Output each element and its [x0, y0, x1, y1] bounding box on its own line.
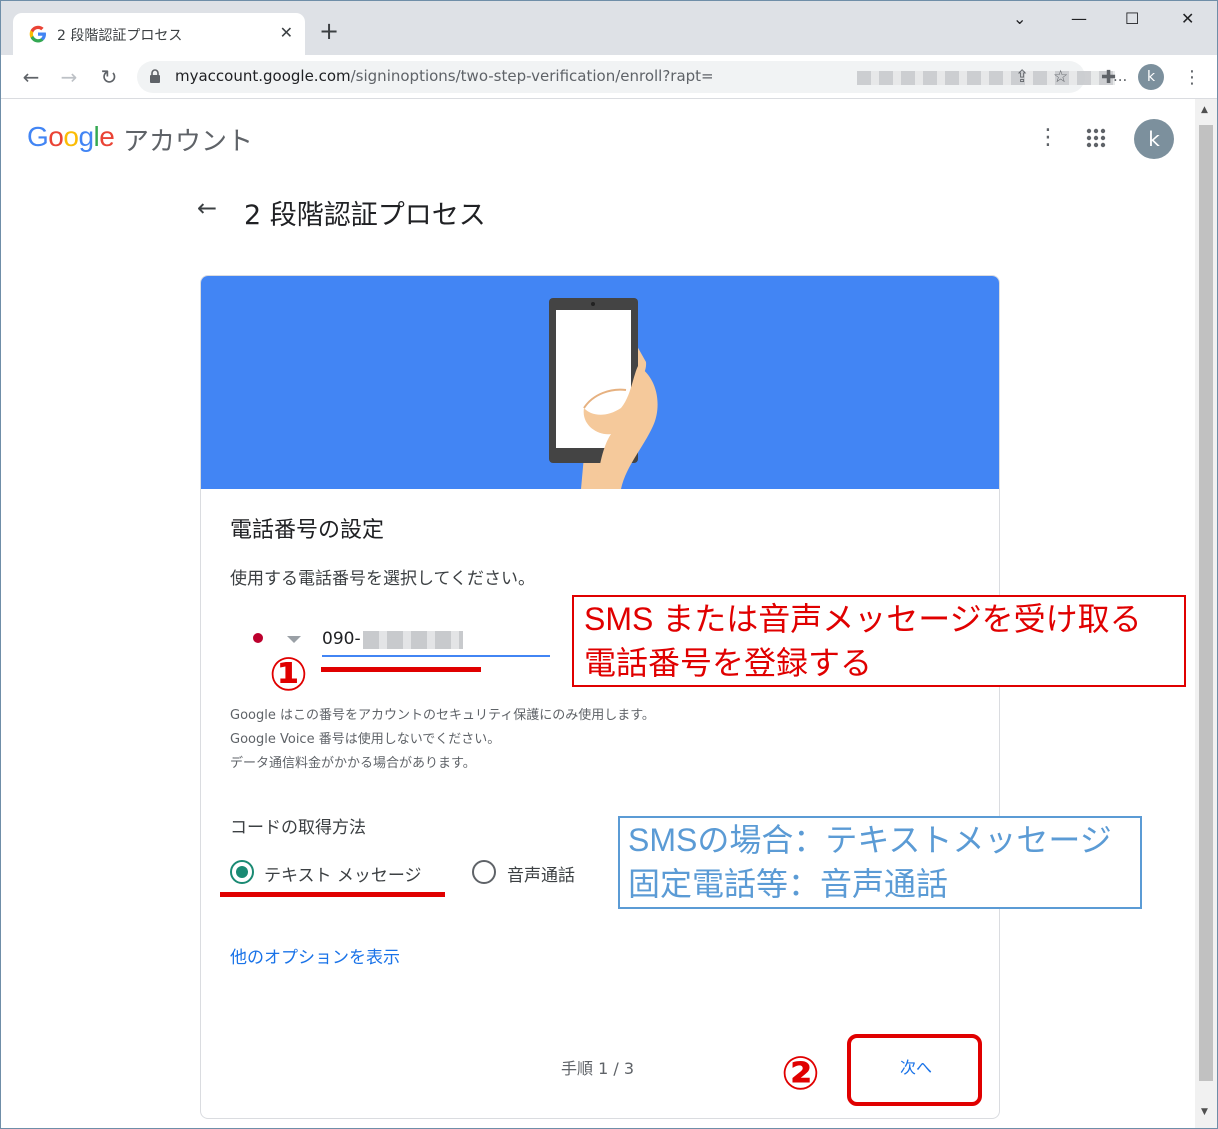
extensions-icon[interactable]: ✚: [1101, 67, 1116, 88]
browser-tab[interactable]: 2 段階認証プロセス ✕: [13, 13, 305, 55]
logo-letter: e: [99, 121, 115, 152]
card-heading: 電話番号の設定: [230, 518, 385, 543]
url-host: myaccount.google.com: [175, 67, 351, 85]
tab-close-icon[interactable]: ✕: [280, 23, 293, 42]
browser-window: 2 段階認証プロセス ✕ + ⌄ — ☐ ✕ ← → ↻ myaccount.g…: [0, 0, 1218, 1129]
page-content: Google アカウント ⋮ k ← 2 段階認証プロセス 電話番号の設定 使用…: [1, 99, 1195, 1128]
browser-menu-icon[interactable]: ⋮: [1183, 67, 1201, 88]
forward-icon[interactable]: →: [55, 63, 83, 91]
scrollbar-thumb[interactable]: [1199, 125, 1213, 1081]
browser-toolbar: ← → ↻ myaccount.google.com/signinoptions…: [1, 55, 1217, 99]
annotation-marker-1: ①: [269, 647, 308, 701]
scroll-up-icon[interactable]: ▲: [1201, 105, 1208, 115]
help-line: Google はこの番号をアカウントのセキュリティ保護にのみ使用します。: [230, 708, 655, 723]
scrollbar[interactable]: ▲ ▼: [1195, 99, 1217, 1128]
url-path: /signinoptions/two-step-verification/enr…: [350, 67, 714, 85]
phone-number-prefix: 090-: [322, 629, 361, 649]
radio-voice-call[interactable]: [472, 860, 496, 884]
annotation-underline-text-message: [220, 892, 445, 897]
method-label: コードの取得方法: [230, 818, 366, 838]
url-text: myaccount.google.com/signinoptions/two-s…: [175, 67, 714, 85]
profile-avatar[interactable]: k: [1138, 64, 1164, 90]
annotation-text: SMS または音声メッセージを受け取る: [584, 601, 1142, 637]
scroll-down-icon[interactable]: ▼: [1201, 1107, 1208, 1117]
logo-letter: o: [63, 121, 79, 152]
logo-letter: g: [78, 121, 94, 152]
logo-letter: o: [48, 121, 64, 152]
tab-title: 2 段階認証プロセス: [57, 28, 183, 44]
more-vert-icon[interactable]: ⋮: [1037, 125, 1059, 150]
back-arrow-icon[interactable]: ←: [197, 194, 217, 222]
google-favicon-icon: [29, 25, 46, 43]
radio-text-message[interactable]: [230, 860, 254, 884]
radio-label-text-message[interactable]: テキスト メッセージ: [264, 861, 422, 886]
japan-flag-icon[interactable]: [253, 633, 263, 643]
annotation-text: SMSの場合：テキストメッセージ: [628, 822, 1112, 858]
page-title: 2 段階認証プロセス: [244, 200, 486, 231]
annotation-box-next: [847, 1034, 982, 1106]
phone-in-hand-illustration: [549, 298, 658, 489]
window-close-icon[interactable]: ✕: [1181, 9, 1194, 28]
account-avatar[interactable]: k: [1134, 119, 1174, 159]
google-logo[interactable]: Google: [27, 121, 115, 153]
apps-grid-icon[interactable]: [1086, 128, 1106, 148]
tab-search-icon[interactable]: ⌄: [1013, 9, 1026, 28]
radio-label-voice-call[interactable]: 音声通話: [507, 861, 575, 886]
lock-icon: [150, 69, 160, 83]
account-label: アカウント: [123, 127, 254, 157]
annotation-marker-2: ②: [781, 1046, 820, 1100]
back-icon[interactable]: ←: [17, 63, 45, 91]
annotation-note-method: SMSの場合：テキストメッセージ 固定電話等：音声通話: [618, 816, 1142, 909]
enroll-card: 電話番号の設定 使用する電話番号を選択してください。 090- Google は…: [200, 275, 1000, 1119]
more-options-link[interactable]: 他のオプションを表示: [230, 943, 400, 968]
share-icon[interactable]: ⇪: [1015, 67, 1029, 87]
minimize-icon[interactable]: —: [1071, 9, 1087, 28]
redacted-url-part: [857, 71, 1115, 85]
annotation-text: 電話番号を登録する: [584, 645, 873, 681]
new-tab-icon[interactable]: +: [319, 19, 339, 43]
annotation-text: 固定電話等：音声通話: [628, 866, 949, 902]
hero-banner: [201, 276, 999, 489]
annotation-underline-phone: [321, 667, 481, 672]
card-instruction: 使用する電話番号を選択してください。: [230, 569, 535, 589]
annotation-note-phone: SMS または音声メッセージを受け取る 電話番号を登録する: [572, 595, 1186, 687]
step-indicator: 手順 1 / 3: [561, 1059, 635, 1078]
help-line: Google Voice 番号は使用しないでください。: [230, 732, 501, 747]
logo-letter: G: [27, 121, 49, 152]
redacted-phone-number: [363, 631, 463, 649]
address-bar[interactable]: myaccount.google.com/signinoptions/two-s…: [137, 61, 1127, 93]
tab-strip: 2 段階認証プロセス ✕ + ⌄ — ☐ ✕: [1, 1, 1217, 55]
maximize-icon[interactable]: ☐: [1125, 9, 1139, 28]
help-line: データ通信料金がかかる場合があります。: [230, 756, 476, 771]
reload-icon[interactable]: ↻: [95, 63, 123, 91]
bookmark-star-icon[interactable]: ☆: [1053, 67, 1068, 87]
country-dropdown-caret-icon[interactable]: [287, 636, 301, 643]
